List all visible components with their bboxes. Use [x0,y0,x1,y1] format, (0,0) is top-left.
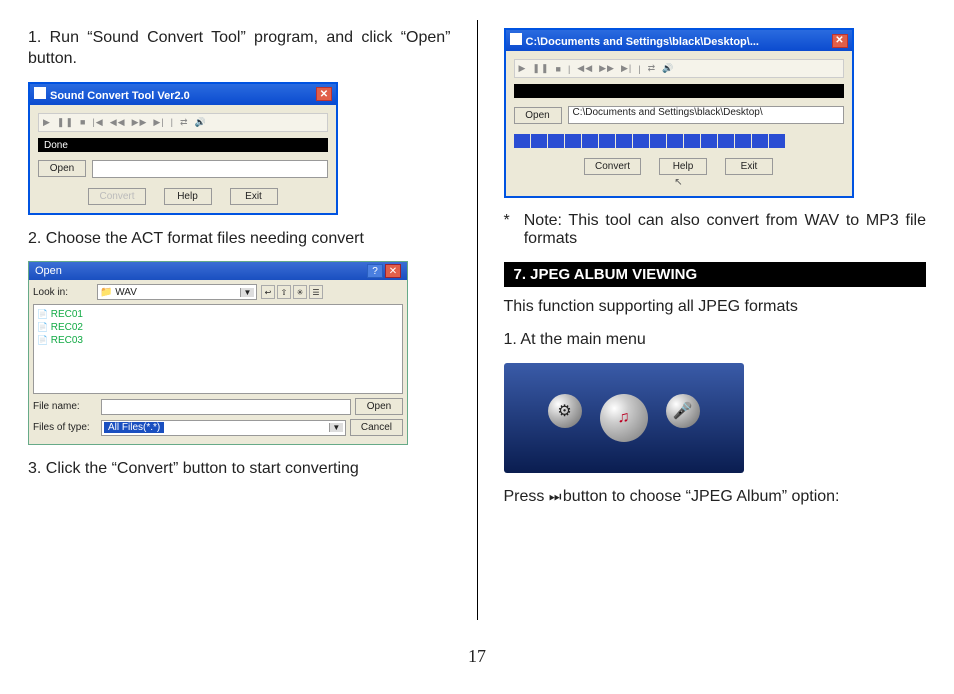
step-1-text: 1. Run “Sound Convert Tool” program, and… [28,28,451,70]
pause-icon[interactable]: ❚❚ [532,63,549,74]
lookin-combo[interactable]: 📁 WAV ▼ [97,284,257,300]
section-heading: 7. JPEG ALBUM VIEWING [504,262,927,287]
pause-icon[interactable]: ❚❚ [57,117,74,128]
app-icon [510,33,522,45]
play-icon[interactable]: ▶ [519,63,527,74]
next-icon[interactable]: ▶| [153,117,164,128]
dialog-cancel-button[interactable]: Cancel [350,419,403,436]
filename-input[interactable] [101,399,351,415]
exit-button[interactable]: Exit [230,188,278,205]
step-2-text: 2. Choose the ACT format files needing c… [28,229,451,250]
convert-button[interactable]: Convert [584,158,641,175]
back-icon[interactable]: ↩ [261,285,275,299]
list-item[interactable]: REC01 [37,308,399,321]
help-icon[interactable]: ? [367,264,383,278]
app-icon [34,87,46,99]
list-item[interactable]: REC02 [37,321,399,334]
newfolder-icon[interactable]: ✳ [293,285,307,299]
right-column: C:\Documents and Settings\black\Desktop\… [504,20,927,640]
mode-icon[interactable]: ⇄ [180,117,189,128]
press-instruction: Press ⏭ button to choose “JPEG Album” op… [504,487,927,508]
record-icon: 🎤 [666,394,700,428]
chevron-down-icon[interactable]: ▼ [240,288,254,297]
rewind-icon[interactable]: ◀◀ [577,63,593,74]
list-item[interactable]: REC03 [37,334,399,347]
note-asterisk: * [504,212,510,230]
note-text: Note: This tool can also convert from WA… [524,212,926,248]
forward-icon[interactable]: ▶▶ [132,117,148,128]
next-icon[interactable]: ▶| [621,63,632,74]
filetype-combo[interactable]: All Files(*.*) ▼ [101,420,346,436]
page-number: 17 [28,646,926,667]
play-icon[interactable]: ▶ [43,117,51,128]
window-titlebar: Sound Convert Tool Ver2.0 ✕ [30,84,336,105]
status-bar [514,84,844,98]
help-button[interactable]: Help [164,188,212,205]
window-titlebar: C:\Documents and Settings\black\Desktop\… [506,30,852,51]
volume-icon[interactable]: 🔊 [662,63,674,74]
close-icon[interactable]: ✕ [385,264,401,278]
exit-button[interactable]: Exit [725,158,773,175]
column-divider [477,20,478,620]
view-icon[interactable]: ☰ [309,285,323,299]
open-button[interactable]: Open [38,160,86,177]
open-dialog-titlebar: Open ? ✕ [29,262,407,280]
cursor-icon: ↖ [514,177,844,188]
open-dialog-title: Open [35,265,62,277]
gear-icon: ⚙ [548,394,582,428]
forward-icon[interactable]: ▶▶ [599,63,615,74]
window-title: Sound Convert Tool Ver2.0 [50,90,190,102]
stop-icon[interactable]: ■ [556,64,562,74]
jpeg-intro: This function supporting all JPEG format… [504,297,927,318]
help-button[interactable]: Help [659,158,707,175]
close-icon[interactable]: ✕ [316,87,332,101]
player-controls: ▶ ❚❚ ■ |◀ ◀◀ ▶▶ ▶| | ⇄ 🔊 [38,113,328,132]
rewind-icon[interactable]: ◀◀ [110,117,126,128]
convert-progress-window: C:\Documents and Settings\black\Desktop\… [504,28,854,198]
left-column: 1. Run “Sound Convert Tool” program, and… [28,20,451,640]
chevron-down-icon[interactable]: ▼ [329,423,343,432]
jpeg-step1: 1. At the main menu [504,330,927,351]
open-dialog: Open ? ✕ Look in: 📁 WAV ▼ ↩ ⇧ ✳ [28,261,408,445]
lookin-label: Look in: [33,287,93,298]
filename-label: File name: [33,401,97,412]
status-bar: Done [38,138,328,152]
convert-button[interactable]: Convert [88,188,145,205]
main-menu-image: ⚙ ♫ 🎤 [504,363,744,473]
music-icon: ♫ [600,394,648,442]
stop-icon[interactable]: ■ [80,117,86,127]
progress-bar [514,134,844,148]
volume-icon[interactable]: 🔊 [195,117,207,128]
up-icon[interactable]: ⇧ [277,285,291,299]
filetype-label: Files of type: [33,422,97,433]
player-controls: ▶ ❚❚ ■ | ◀◀ ▶▶ ▶| | ⇄ 🔊 [514,59,844,78]
open-button[interactable]: Open [514,107,562,124]
close-icon[interactable]: ✕ [832,34,848,48]
prev-icon[interactable]: |◀ [92,117,103,128]
window-title: C:\Documents and Settings\black\Desktop\… [526,36,760,48]
file-list[interactable]: REC01 REC02 REC03 [33,304,403,394]
step-3-text: 3. Click the “Convert” button to start c… [28,459,451,480]
fast-forward-icon: ⏭ [549,488,559,504]
dialog-open-button[interactable]: Open [355,398,403,415]
mode-icon[interactable]: ⇄ [648,63,657,74]
file-path-input[interactable] [92,160,328,178]
sound-convert-window: Sound Convert Tool Ver2.0 ✕ ▶ ❚❚ ■ |◀ ◀◀… [28,82,338,215]
file-path-input[interactable]: C:\Documents and Settings\black\Desktop\ [568,106,844,124]
